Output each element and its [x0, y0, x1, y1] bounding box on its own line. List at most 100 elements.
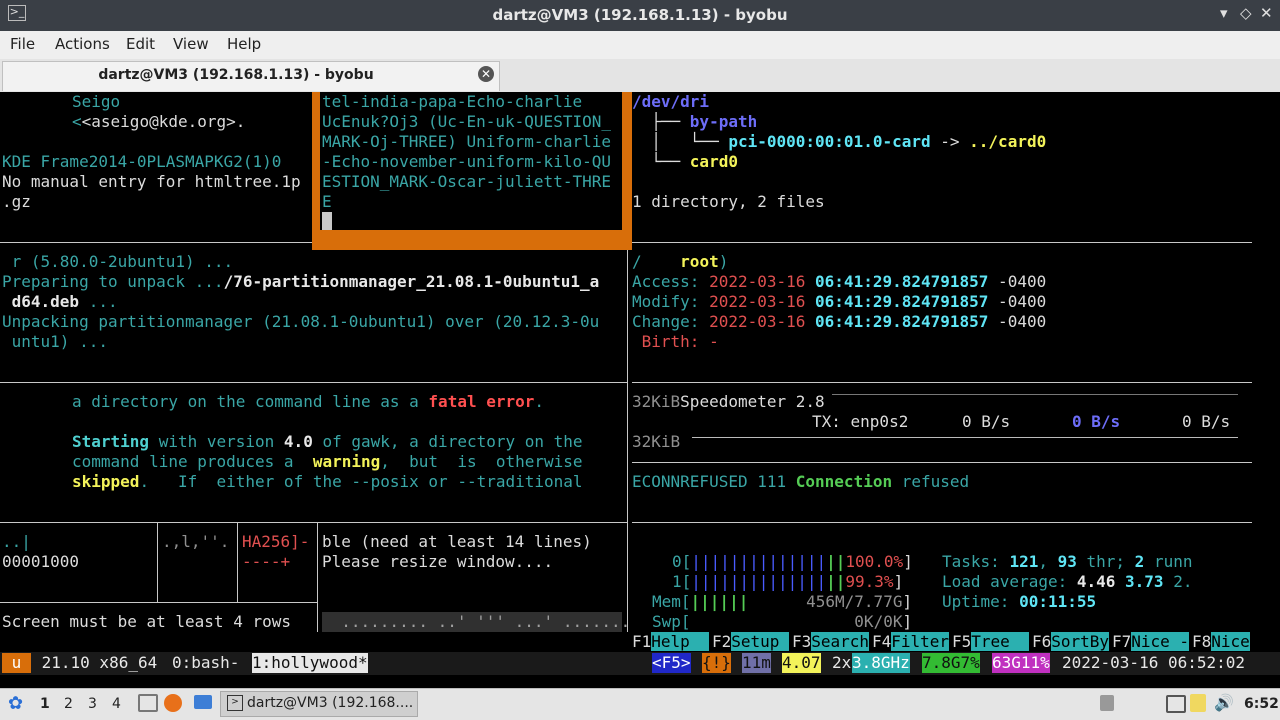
- desktop-2[interactable]: 2: [64, 696, 73, 712]
- man-line: command line produces a warning, but is …: [72, 452, 583, 471]
- taskbar: ✿ 1 2 3 4 > dartz@VM3 (192.168.... 🔊 6:5…: [0, 688, 1280, 720]
- desktop-4[interactable]: 4: [112, 696, 121, 712]
- speedometer-header: 32KiBSpeedometer 2.8: [632, 392, 825, 411]
- taskbar-task-terminal[interactable]: > dartz@VM3 (192.168....: [220, 691, 418, 717]
- menu-view[interactable]: View: [173, 35, 209, 53]
- speedometer-graph-line: [832, 394, 1238, 395]
- hex-line: ----+: [242, 552, 291, 571]
- speedometer-tx: TX: enp0s2: [812, 412, 909, 431]
- htop-load: Load average: 4.46 3.73 2.: [942, 572, 1193, 591]
- status-datetime: 2022-03-16 06:52:02: [1062, 653, 1246, 672]
- cpu-freq-badge: 3.8GHz: [852, 653, 910, 673]
- popup-line: -Echo-november-uniform-kilo-QU: [322, 152, 611, 171]
- tray-clipboard-icon[interactable]: [1100, 695, 1114, 711]
- fkey-nice-plus[interactable]: F8Nice: [1192, 632, 1250, 652]
- text-cursor: [322, 212, 332, 230]
- ubuntu-logo-badge: u: [2, 653, 31, 673]
- desktop-1[interactable]: 1: [40, 696, 50, 712]
- tab-close-icon[interactable]: ✕: [478, 66, 494, 82]
- text-line: No manual entry for htmltree.1p: [2, 172, 301, 191]
- menu-actions[interactable]: Actions: [55, 35, 110, 53]
- popup-line: MARK-Oj-THREE) Uniform-charlie: [322, 132, 611, 151]
- htop-tasks: Tasks: 121, 93 thr; 2 runn: [942, 552, 1193, 571]
- menu-edit[interactable]: Edit: [126, 35, 155, 53]
- man-line: a directory on the command line as a fat…: [72, 392, 545, 411]
- man-line: Starting with version 4.0 of gawk, a dir…: [72, 432, 583, 451]
- firefox-icon[interactable]: [164, 694, 182, 712]
- text-line: Seigo: [72, 92, 121, 111]
- htop-mem: Mem[|||||| 456M/7.77G]: [652, 592, 913, 611]
- file-manager-icon[interactable]: [138, 694, 158, 712]
- os-release: 21.10 x86_64: [32, 653, 167, 672]
- uptime-badge: 11m: [742, 653, 771, 673]
- apt-line: d64.deb ...: [2, 292, 118, 311]
- tray-volume-icon[interactable]: 🔊: [1214, 693, 1234, 712]
- fkey-help[interactable]: F1Help: [632, 632, 710, 652]
- window-tab-hollywood[interactable]: 1:hollywood*: [252, 653, 368, 673]
- tab-terminal[interactable]: dartz@VM3 (192.168.1.13) - byobu ✕: [2, 61, 500, 91]
- window-tab-bash[interactable]: 0:bash-: [172, 653, 249, 673]
- minimize-icon[interactable]: ▾: [1220, 4, 1228, 22]
- start-menu-icon[interactable]: ✿: [8, 693, 23, 714]
- terminal-icon: >: [227, 695, 243, 711]
- stat-line: / root): [632, 252, 729, 271]
- pane-divider-vertical: [157, 522, 158, 602]
- htop-cpu1: 1[||||||||||||||||99.3%]: [672, 572, 904, 591]
- hex-line: ..|: [2, 532, 31, 551]
- pane-divider: [0, 382, 627, 383]
- pane-divider: [0, 522, 627, 523]
- popup-line: ESTION_MARK-Oscar-juliett-THRE: [322, 172, 611, 191]
- window-titlebar[interactable]: >_ dartz@VM3 (192.168.1.13) - byobu ▾ ◇ …: [0, 0, 1280, 31]
- fkey-filter[interactable]: F4Filter: [872, 632, 950, 652]
- byobu-status-bar: u 21.10 x86_64 0:bash- 1:hollywood* <F5>…: [0, 652, 1280, 675]
- text-line: KDE Frame2014-0PLASMAPKG2(1)0: [2, 152, 282, 171]
- speedometer-value: 0 B/s: [1072, 412, 1121, 431]
- terminal-area[interactable]: Seigo <<aseigo@kde.org>. KDE Frame2014-0…: [0, 92, 1280, 675]
- pane-divider: [0, 602, 318, 603]
- pane-divider: [632, 242, 1252, 243]
- fkey-sortby[interactable]: F6SortBy: [1032, 632, 1110, 652]
- pane-divider: [632, 522, 1252, 523]
- pane-divider-vertical: [317, 522, 318, 632]
- man-line: skipped. If either of the --posix or --t…: [72, 472, 583, 491]
- fkey-tree[interactable]: F5Tree: [952, 632, 1030, 652]
- tab-label: dartz@VM3 (192.168.1.13) - byobu: [98, 67, 374, 83]
- speedometer-value: 0 B/s: [962, 412, 1011, 431]
- popup-line: tel-india-papa-Echo-charlie: [322, 92, 583, 111]
- disk-badge: 63G11%: [992, 653, 1050, 673]
- speedometer-graph-line: [692, 437, 1238, 438]
- reboot-badge: {!}: [702, 653, 731, 673]
- menu-help[interactable]: Help: [227, 35, 261, 53]
- apt-line: r (5.80.0-2ubuntu1) ...: [2, 252, 234, 271]
- popup-line: E: [322, 192, 332, 211]
- fkey-search[interactable]: F3Search: [792, 632, 870, 652]
- taskbar-clock[interactable]: 6:52: [1244, 696, 1279, 712]
- hex-line: .,l,''.: [162, 532, 230, 551]
- menu-file[interactable]: File: [10, 35, 35, 53]
- close-icon[interactable]: ✕: [1260, 4, 1273, 22]
- desktop-3[interactable]: 3: [88, 696, 97, 712]
- tray-network-icon[interactable]: [1166, 695, 1186, 713]
- htop-uptime: Uptime: 00:11:55: [942, 592, 1097, 611]
- tree-line: │ └── pci-0000:00:01.0-card -> ../card0: [632, 132, 1047, 151]
- stat-modify: Modify: 2022-03-16 06:41:29.824791857 -0…: [632, 292, 1047, 311]
- fkey-nice-minus[interactable]: F7Nice -: [1112, 632, 1190, 652]
- htop-swp: Swp[ 0K/0K]: [652, 612, 913, 631]
- tray-notes-icon[interactable]: [1190, 694, 1206, 712]
- pane-divider-vertical: [237, 522, 238, 602]
- connection-line: ECONNREFUSED 111 Connection refused: [632, 472, 970, 491]
- apt-line: Unpacking partitionmanager (21.08.1-0ubu…: [2, 312, 600, 331]
- text-line: <<aseigo@kde.org>.: [72, 112, 246, 131]
- cpu-count: 2x: [832, 653, 852, 672]
- hex-line: 00001000: [2, 552, 80, 571]
- resize-line: Please resize window....: [322, 552, 554, 571]
- pane-divider: [632, 462, 1252, 463]
- fkey-setup[interactable]: F2Setup: [712, 632, 790, 652]
- window-title: dartz@VM3 (192.168.1.13) - byobu: [492, 6, 788, 24]
- restore-icon[interactable]: ◇: [1240, 4, 1252, 22]
- show-desktop-icon[interactable]: [194, 695, 212, 709]
- taskbar-task-label: dartz@VM3 (192.168....: [247, 695, 414, 711]
- memory-badge: 7.8G7%: [922, 653, 980, 673]
- speedometer-value: 0 B/s: [1182, 412, 1231, 431]
- stat-birth: Birth: -: [632, 332, 719, 351]
